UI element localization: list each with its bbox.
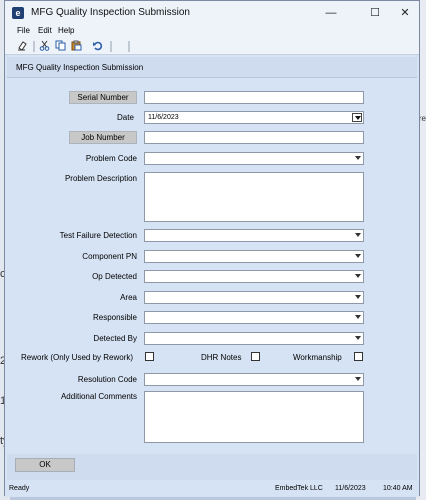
close-button[interactable]: ✕: [391, 4, 419, 22]
cut-icon[interactable]: [38, 40, 51, 53]
status-bar: Ready EmbedTek LLC 11/6/2023 10:40 AM: [5, 482, 419, 497]
toolbar-separator: [128, 41, 130, 52]
area-label: Area: [120, 293, 137, 302]
form-title: MFG Quality Inspection Submission: [16, 63, 144, 72]
chevron-down-icon: [355, 336, 361, 340]
toolbar-separator: [33, 41, 35, 52]
copy-icon[interactable]: [54, 40, 67, 53]
menu-help[interactable]: Help: [58, 26, 74, 35]
ok-button[interactable]: OK: [15, 458, 75, 472]
window-title: MFG Quality Inspection Submission: [31, 7, 190, 18]
minimize-button[interactable]: —: [317, 4, 345, 22]
chevron-down-icon: [355, 274, 361, 278]
menu-edit[interactable]: Edit: [38, 26, 52, 35]
toolbar-separator: [110, 41, 112, 52]
serial-number-button[interactable]: Serial Number: [69, 91, 137, 104]
status-date: 11/6/2023: [335, 485, 366, 492]
additional-comments-label: Additional Comments: [60, 392, 137, 401]
status-company: EmbedTek LLC: [275, 485, 323, 492]
menu-file[interactable]: File: [17, 26, 30, 35]
problem-description-textarea[interactable]: [144, 172, 364, 222]
detected-by-label: Detected By: [93, 334, 137, 343]
eraser-icon[interactable]: [16, 40, 29, 53]
form-footer: OK: [7, 454, 417, 480]
test-failure-detection-dropdown[interactable]: [144, 229, 364, 242]
dhr-notes-checkbox[interactable]: [251, 352, 260, 361]
chevron-down-icon: [355, 315, 361, 319]
chevron-down-icon: [355, 156, 361, 160]
maximize-button[interactable]: ☐: [361, 4, 389, 22]
toolbar: [5, 38, 419, 55]
date-picker-button[interactable]: [352, 113, 362, 122]
app-icon: e: [12, 7, 24, 19]
problem-description-label: Problem Description: [64, 174, 137, 183]
test-failure-detection-label: Test Failure Detection: [59, 231, 137, 240]
menu-bar: File Edit Help: [5, 25, 419, 38]
rework-checkbox[interactable]: [145, 352, 154, 361]
responsible-dropdown[interactable]: [144, 311, 364, 324]
chevron-down-icon: [355, 254, 361, 258]
resolution-code-dropdown[interactable]: [144, 373, 364, 386]
chevron-down-icon: [355, 233, 361, 237]
date-label: Date: [117, 113, 134, 122]
resolution-code-label: Resolution Code: [77, 375, 137, 384]
dhr-notes-label: DHR Notes: [201, 353, 242, 362]
additional-comments-textarea[interactable]: [144, 391, 364, 443]
op-detected-label: Op Detected: [92, 272, 137, 281]
problem-code-label: Problem Code: [85, 154, 137, 163]
date-field[interactable]: 11/6/2023: [144, 111, 364, 124]
component-pn-label: Component PN: [82, 252, 137, 261]
workmanship-label: Workmanship: [293, 353, 342, 362]
paste-icon[interactable]: [70, 40, 83, 53]
job-number-button[interactable]: Job Number: [69, 131, 137, 144]
date-value: 11/6/2023: [148, 114, 179, 121]
chevron-down-icon: [355, 295, 361, 299]
responsible-label: Responsible: [92, 313, 137, 322]
workmanship-checkbox[interactable]: [354, 352, 363, 361]
problem-code-dropdown[interactable]: [144, 152, 364, 165]
form-header: MFG Quality Inspection Submission: [7, 57, 417, 78]
title-bar[interactable]: e MFG Quality Inspection Submission — ☐ …: [5, 1, 419, 25]
undo-icon[interactable]: [91, 40, 104, 53]
detected-by-dropdown[interactable]: [144, 332, 364, 345]
op-detected-dropdown[interactable]: [144, 270, 364, 283]
component-pn-dropdown[interactable]: [144, 250, 364, 263]
area-dropdown[interactable]: [144, 291, 364, 304]
serial-number-input[interactable]: [144, 91, 364, 104]
job-number-input[interactable]: [144, 131, 364, 144]
chevron-down-icon: [355, 377, 361, 381]
inspection-window: e MFG Quality Inspection Submission — ☐ …: [4, 0, 420, 497]
rework-label: Rework (Only Used by Rework): [21, 353, 134, 362]
status-ready: Ready: [9, 485, 30, 492]
status-time: 10:40 AM: [383, 485, 413, 492]
